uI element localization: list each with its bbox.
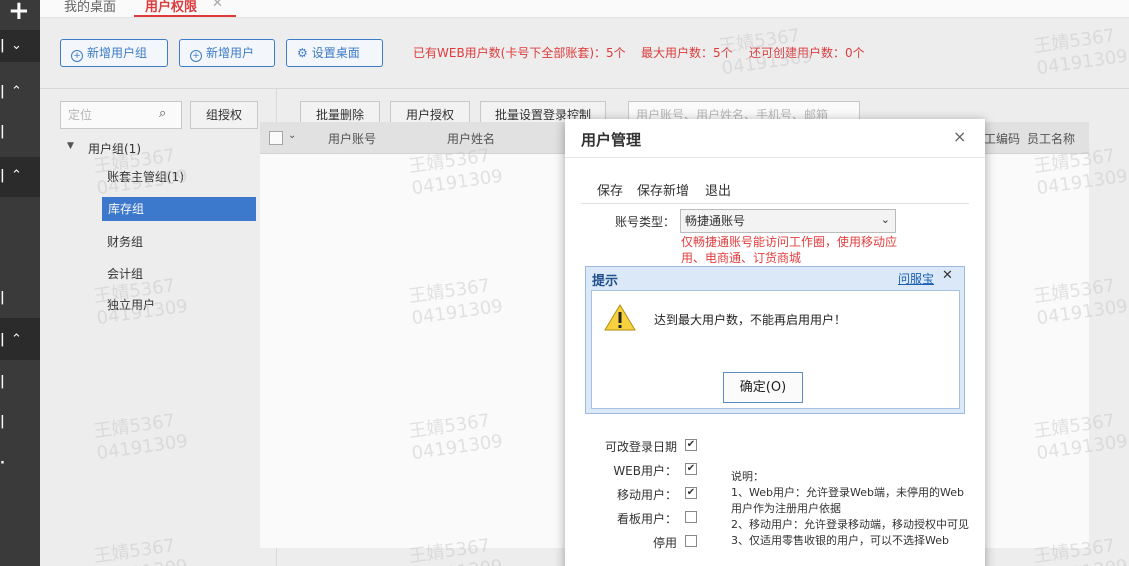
alert-body: 达到最大用户数，不能再启用用户！ 确定(O) xyxy=(591,290,960,409)
divider xyxy=(581,203,969,204)
save-button[interactable]: 保存 xyxy=(597,180,623,199)
web-user-checkbox[interactable]: ✔ xyxy=(685,463,697,475)
alert-title: 提示 xyxy=(592,274,619,289)
kanban-user-checkbox[interactable] xyxy=(685,511,697,523)
dialog-title: 用户管理 xyxy=(581,131,642,149)
divider xyxy=(565,157,985,158)
check-label-mobile-user: 移动用户： xyxy=(616,488,677,502)
mobile-user-checkbox[interactable]: ✔ xyxy=(685,487,697,499)
account-type-warning: 仅畅捷通账号能访问工作圈，使用移动应用、电商通、订货商城 xyxy=(681,235,898,265)
help-link[interactable]: 问服宝 xyxy=(898,270,934,287)
chevron-down-icon: ⌄ xyxy=(880,213,890,226)
account-type-select[interactable]: 畅捷通账号 ⌄ xyxy=(680,209,896,233)
check-label-edit-login-date: 可改登录日期 xyxy=(604,440,677,454)
ok-button[interactable]: 确定(O) xyxy=(723,372,803,403)
warning-icon xyxy=(604,304,636,331)
check-label-web-user: WEB用户： xyxy=(613,464,677,478)
close-icon[interactable]: × xyxy=(953,127,966,146)
alert-dialog: 提示 问服宝 ✕ 达到最大用户数，不能再启用用户！ 确定(O) xyxy=(585,266,965,414)
save-and-new-button[interactable]: 保存新增 xyxy=(637,180,689,199)
close-icon[interactable]: ✕ xyxy=(942,268,953,283)
edit-login-date-checkbox[interactable]: ✔ xyxy=(685,439,697,451)
disabled-checkbox[interactable] xyxy=(685,535,697,547)
exit-button[interactable]: 退出 xyxy=(705,180,731,199)
check-label-disabled: 停用 xyxy=(652,536,677,550)
check-label-kanban-user: 看板用户： xyxy=(616,512,677,526)
alert-message: 达到最大用户数，不能再启用用户！ xyxy=(654,313,847,327)
account-type-label: 账号类型： xyxy=(614,215,675,229)
help-note: 说明： 1、Web用户：允许登录Web端，未停用的Web用户作为注册用户依据 2… xyxy=(731,470,969,547)
